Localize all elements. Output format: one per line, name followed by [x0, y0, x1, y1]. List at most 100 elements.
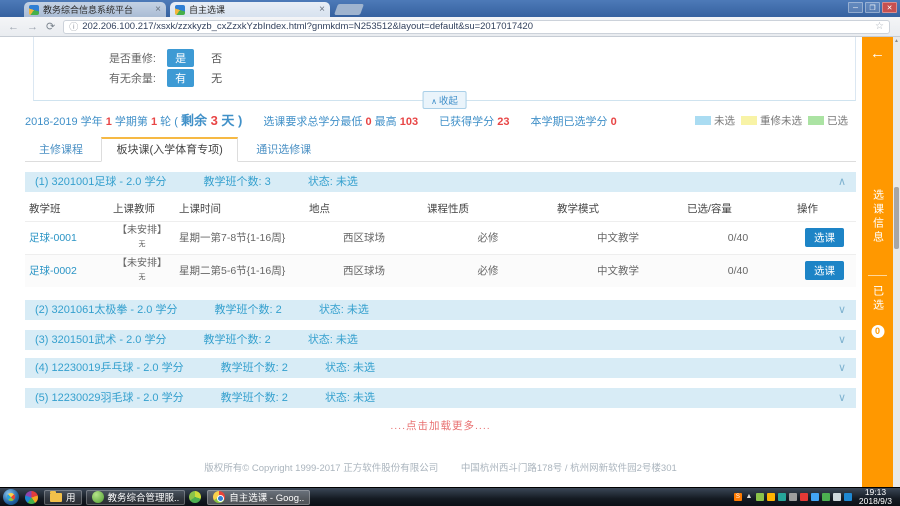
chevron-down-icon[interactable]: ∨ [838, 388, 846, 408]
filter-option-no[interactable]: 否 [203, 49, 230, 67]
legend-swatch-unselected [695, 116, 711, 125]
load-more-link[interactable]: ....点击加载更多.... [25, 418, 856, 433]
tab-general-electives[interactable]: 通识选修课 [242, 139, 325, 164]
section-title: (5) 12230029羽毛球 - 2.0 学分 [35, 392, 184, 404]
earned-credits: 已获得学分 23 [439, 116, 509, 128]
chevron-down-icon[interactable]: ∨ [838, 358, 846, 378]
security-shield-icon[interactable] [800, 493, 808, 501]
course-section-header[interactable]: (4) 12230019乒乓球 - 2.0 学分 教学班个数: 2 状态: 未选… [25, 358, 856, 378]
selected-courses-tab[interactable]: 已选 [870, 285, 886, 313]
tab-block-courses-active[interactable]: 板块课(入学体育专项) [101, 137, 237, 162]
filter-option-yes[interactable]: 是 [167, 49, 194, 67]
class-table: 教学班 上课教师 上课时间 地点 课程性质 教学模式 已选/容量 操作 足球-0… [25, 197, 856, 287]
minimize-button[interactable]: ─ [848, 2, 863, 13]
browser-tab-2-active[interactable]: 自主选课 × [170, 2, 330, 17]
url-input[interactable]: ⓘ 202.206.100.217/xsxk/zzxkyzb_cxZzxkYzb… [63, 20, 890, 34]
forward-icon[interactable]: → [27, 21, 38, 33]
taskbar-browser-button[interactable]: 教务综合管理服.. [86, 490, 186, 505]
class-count: 教学班个数: 2 [221, 392, 288, 404]
printer-tray-icon[interactable] [789, 493, 797, 501]
bookmark-star-icon[interactable]: ☆ [875, 21, 884, 32]
teacher-status: 【未安排】 [117, 258, 167, 269]
show-hidden-icons-button[interactable]: ▲ [745, 493, 753, 501]
taskbar-folder-button[interactable]: 用 [44, 490, 82, 505]
chevron-up-icon: ∧ [431, 97, 437, 106]
section-status: 状态: 未选 [325, 392, 375, 404]
filter-option-none[interactable]: 无 [203, 69, 230, 87]
sogou-tray-icon[interactable]: S [734, 493, 742, 501]
section-status: 状态: 未选 [319, 304, 369, 316]
update-tray-icon[interactable] [778, 493, 786, 501]
folder-icon [50, 493, 62, 502]
chevron-up-icon[interactable]: ∧ [838, 172, 846, 192]
class-link[interactable]: 足球-0002 [29, 265, 77, 277]
legend-swatch-selected [808, 116, 824, 125]
close-tab-icon[interactable]: × [319, 4, 325, 15]
network-tray-icon[interactable] [833, 493, 841, 501]
table-header-row: 教学班 上课教师 上课时间 地点 课程性质 教学模式 已选/容量 操作 [25, 197, 856, 221]
safety-tray-icon[interactable] [822, 493, 830, 501]
close-tab-icon[interactable]: × [155, 4, 161, 15]
teacher-status: 【未安排】 [117, 225, 167, 236]
filter-option-has[interactable]: 有 [167, 69, 194, 87]
app-ball-icon[interactable] [189, 491, 201, 503]
browser-tab-1[interactable]: 教务综合信息系统平台 × [24, 2, 166, 17]
chevron-down-icon[interactable]: ∨ [838, 300, 846, 320]
filter-label: 有无余量: [94, 70, 156, 86]
selected-count-badge: 0 [871, 325, 884, 338]
restore-button[interactable]: ❐ [865, 2, 880, 13]
start-button[interactable] [3, 489, 19, 505]
chevron-down-icon[interactable]: ∨ [838, 330, 846, 350]
taskbar-chrome-button[interactable]: 自主选课 - Goog.. [207, 490, 310, 505]
select-course-button[interactable]: 选课 [805, 228, 844, 247]
back-arrow-icon[interactable]: ← [862, 45, 893, 62]
new-tab-button[interactable] [334, 4, 364, 15]
windows-flag-icon [7, 493, 15, 501]
back-icon[interactable]: ← [8, 21, 19, 33]
section-title: (2) 3201061太极拳 - 2.0 学分 [35, 304, 177, 316]
messenger-tray-icon[interactable] [767, 493, 775, 501]
system-tray: S ▲ 19:13 2018/9/3 [734, 488, 900, 506]
refresh-icon[interactable]: ⟳ [46, 20, 55, 33]
table-row: 足球-0002 【未安排】无 星期二第5-6节{1-16周} 西区球场 必修 中… [25, 254, 856, 287]
course-section-header[interactable]: (5) 12230029羽毛球 - 2.0 学分 教学班个数: 2 状态: 未选… [25, 388, 856, 408]
course-section-header[interactable]: (2) 3201061太极拳 - 2.0 学分 教学班个数: 2 状态: 未选 … [25, 300, 856, 320]
class-time: 星期一第7-8节{1-16周} [175, 221, 305, 254]
quick-launch-icon[interactable] [25, 491, 38, 504]
teacher-name: 无 [139, 274, 146, 281]
volume-tray-icon[interactable] [844, 493, 852, 501]
antivirus-tray-icon[interactable] [756, 493, 764, 501]
site-info-icon[interactable]: ⓘ [69, 20, 78, 33]
browser-icon [92, 491, 104, 503]
tab-major-courses[interactable]: 主修课程 [25, 139, 97, 164]
col-action: 操作 [793, 197, 856, 221]
address-text: 中国杭州西斗门路178号 / 杭州网新软件园2号楼301 [461, 463, 677, 474]
teacher-name: 无 [139, 241, 146, 248]
address-bar: ← → ⟳ ⓘ 202.206.100.217/xsxk/zzxkyzb_cxZ… [0, 17, 900, 37]
collapse-filters-button[interactable]: ∧收起 [422, 91, 467, 109]
teaching-mode: 中文教学 [553, 254, 683, 287]
days-remaining: 3 [211, 113, 218, 128]
capacity: 0/40 [683, 254, 793, 287]
legend-swatch-retake [741, 116, 757, 125]
status-legend: 未选 重修未选 已选 [695, 113, 848, 128]
class-count: 教学班个数: 2 [221, 362, 288, 374]
class-link[interactable]: 足球-0001 [29, 232, 77, 244]
course-section-header[interactable]: (3) 3201501武术 - 2.0 学分 教学班个数: 2 状态: 未选 ∨ [25, 330, 856, 350]
course-section-header[interactable]: (1) 3201001足球 - 2.0 学分 教学班个数: 3 状态: 未选 ∧ [25, 172, 856, 192]
selection-info-tab[interactable]: 选课信息 [870, 189, 886, 245]
class-time: 星期二第5-6节{1-16周} [175, 254, 305, 287]
col-class: 教学班 [25, 197, 109, 221]
legend-label: 未选 [714, 115, 735, 127]
scrollbar-thumb[interactable] [894, 187, 899, 249]
chrome-icon [213, 491, 225, 503]
taskbar-window-label: 自主选课 - Goog.. [229, 490, 304, 504]
taskbar-clock[interactable]: 19:13 2018/9/3 [855, 488, 896, 506]
page-scrollbar[interactable]: ▲ [893, 37, 900, 487]
select-course-button[interactable]: 选课 [805, 261, 844, 280]
class-place: 西区球场 [305, 221, 423, 254]
close-window-button[interactable]: ✕ [882, 2, 897, 13]
col-nature: 课程性质 [423, 197, 553, 221]
scroll-up-arrow-icon[interactable]: ▲ [893, 37, 900, 45]
shield-tray-icon[interactable] [811, 493, 819, 501]
